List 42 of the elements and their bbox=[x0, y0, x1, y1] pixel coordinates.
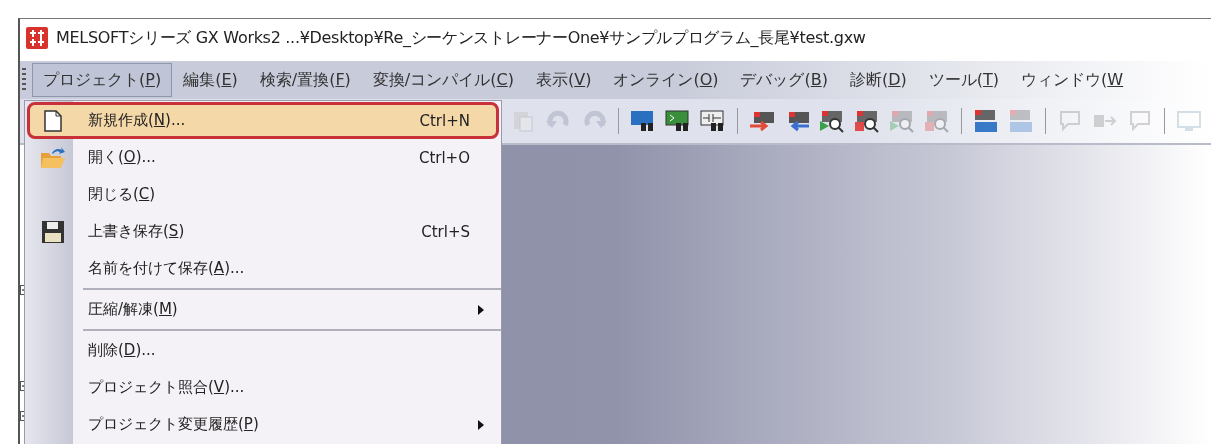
grip-icon[interactable] bbox=[22, 68, 26, 92]
menu-item[interactable]: 編集(E) bbox=[172, 63, 249, 97]
monitor-stop-icon[interactable] bbox=[853, 109, 881, 133]
menu-item[interactable]: 診断(D) bbox=[838, 63, 918, 97]
write-icon[interactable] bbox=[748, 109, 776, 133]
menu-option-label: 名前を付けて保存(A)... bbox=[88, 259, 245, 278]
menu-item[interactable]: プロジェクト(P) bbox=[32, 63, 173, 97]
menu-item[interactable]: 検索/置換(F) bbox=[248, 63, 362, 97]
menu-option-label: 新規作成(N)... bbox=[88, 111, 186, 130]
menu-option[interactable]: 開く(O)... Ctrl+O bbox=[27, 139, 499, 176]
instruction-search-icon[interactable] bbox=[664, 109, 692, 133]
menu-item[interactable]: ツール(T) bbox=[917, 63, 1011, 97]
menu-item[interactable]: オンライン(O) bbox=[602, 63, 730, 97]
blank-page-icon bbox=[44, 109, 62, 132]
menu-option-label: プロジェクト照合(V)... bbox=[88, 378, 245, 397]
menu-option-label: プロジェクト変更履歴(P) bbox=[88, 415, 259, 434]
shortcut-text: Ctrl+S bbox=[421, 222, 470, 241]
menu-option[interactable]: 圧縮/解凍(M) bbox=[27, 291, 499, 328]
menu-option[interactable]: プロジェクト照合(V)... bbox=[27, 369, 499, 406]
device-monitor-icon[interactable] bbox=[972, 109, 1000, 133]
menu-option[interactable]: 上書き保存(S) Ctrl+S bbox=[27, 213, 499, 250]
menu-option-label: 開く(O)... bbox=[88, 148, 156, 167]
menu-option[interactable]: 名前を付けて保存(A)... bbox=[27, 250, 499, 287]
menu-option[interactable]: プロジェクト変更履歴(P) bbox=[27, 406, 499, 443]
shortcut-text: Ctrl+N bbox=[419, 111, 470, 130]
monitor-start-icon[interactable] bbox=[818, 109, 846, 133]
menu-item[interactable]: デバッグ(B) bbox=[729, 63, 839, 97]
menu-option-label: 削除(D)... bbox=[88, 341, 156, 360]
menu-option[interactable]: 閉じる(C) bbox=[27, 176, 499, 213]
shortcut-text: Ctrl+O bbox=[418, 148, 470, 167]
menu-option-label: 閉じる(C) bbox=[88, 185, 156, 204]
menu-option[interactable]: 削除(D)... bbox=[27, 332, 499, 369]
menu-option-label: 上書き保存(S) bbox=[88, 222, 185, 241]
window-title: MELSOFTシリーズ GX Works2 ...¥Desktop¥Re_シーケンストレーナーOne¥サンプルプログラム_長尾¥test.gxw bbox=[56, 27, 866, 49]
contact-search-icon[interactable] bbox=[699, 109, 727, 133]
menu-option[interactable]: 新規作成(N)... Ctrl+N bbox=[27, 102, 499, 139]
menu-item[interactable]: 変換/コンパイル(C) bbox=[361, 63, 525, 97]
menu-item[interactable]: ウィンドウ(W bbox=[1010, 63, 1135, 97]
menu-item[interactable]: 表示(V) bbox=[524, 63, 603, 97]
menu-option-label: 圧縮/解凍(M) bbox=[88, 300, 178, 319]
app-logo-icon bbox=[26, 27, 48, 49]
folder-icon bbox=[40, 145, 66, 170]
